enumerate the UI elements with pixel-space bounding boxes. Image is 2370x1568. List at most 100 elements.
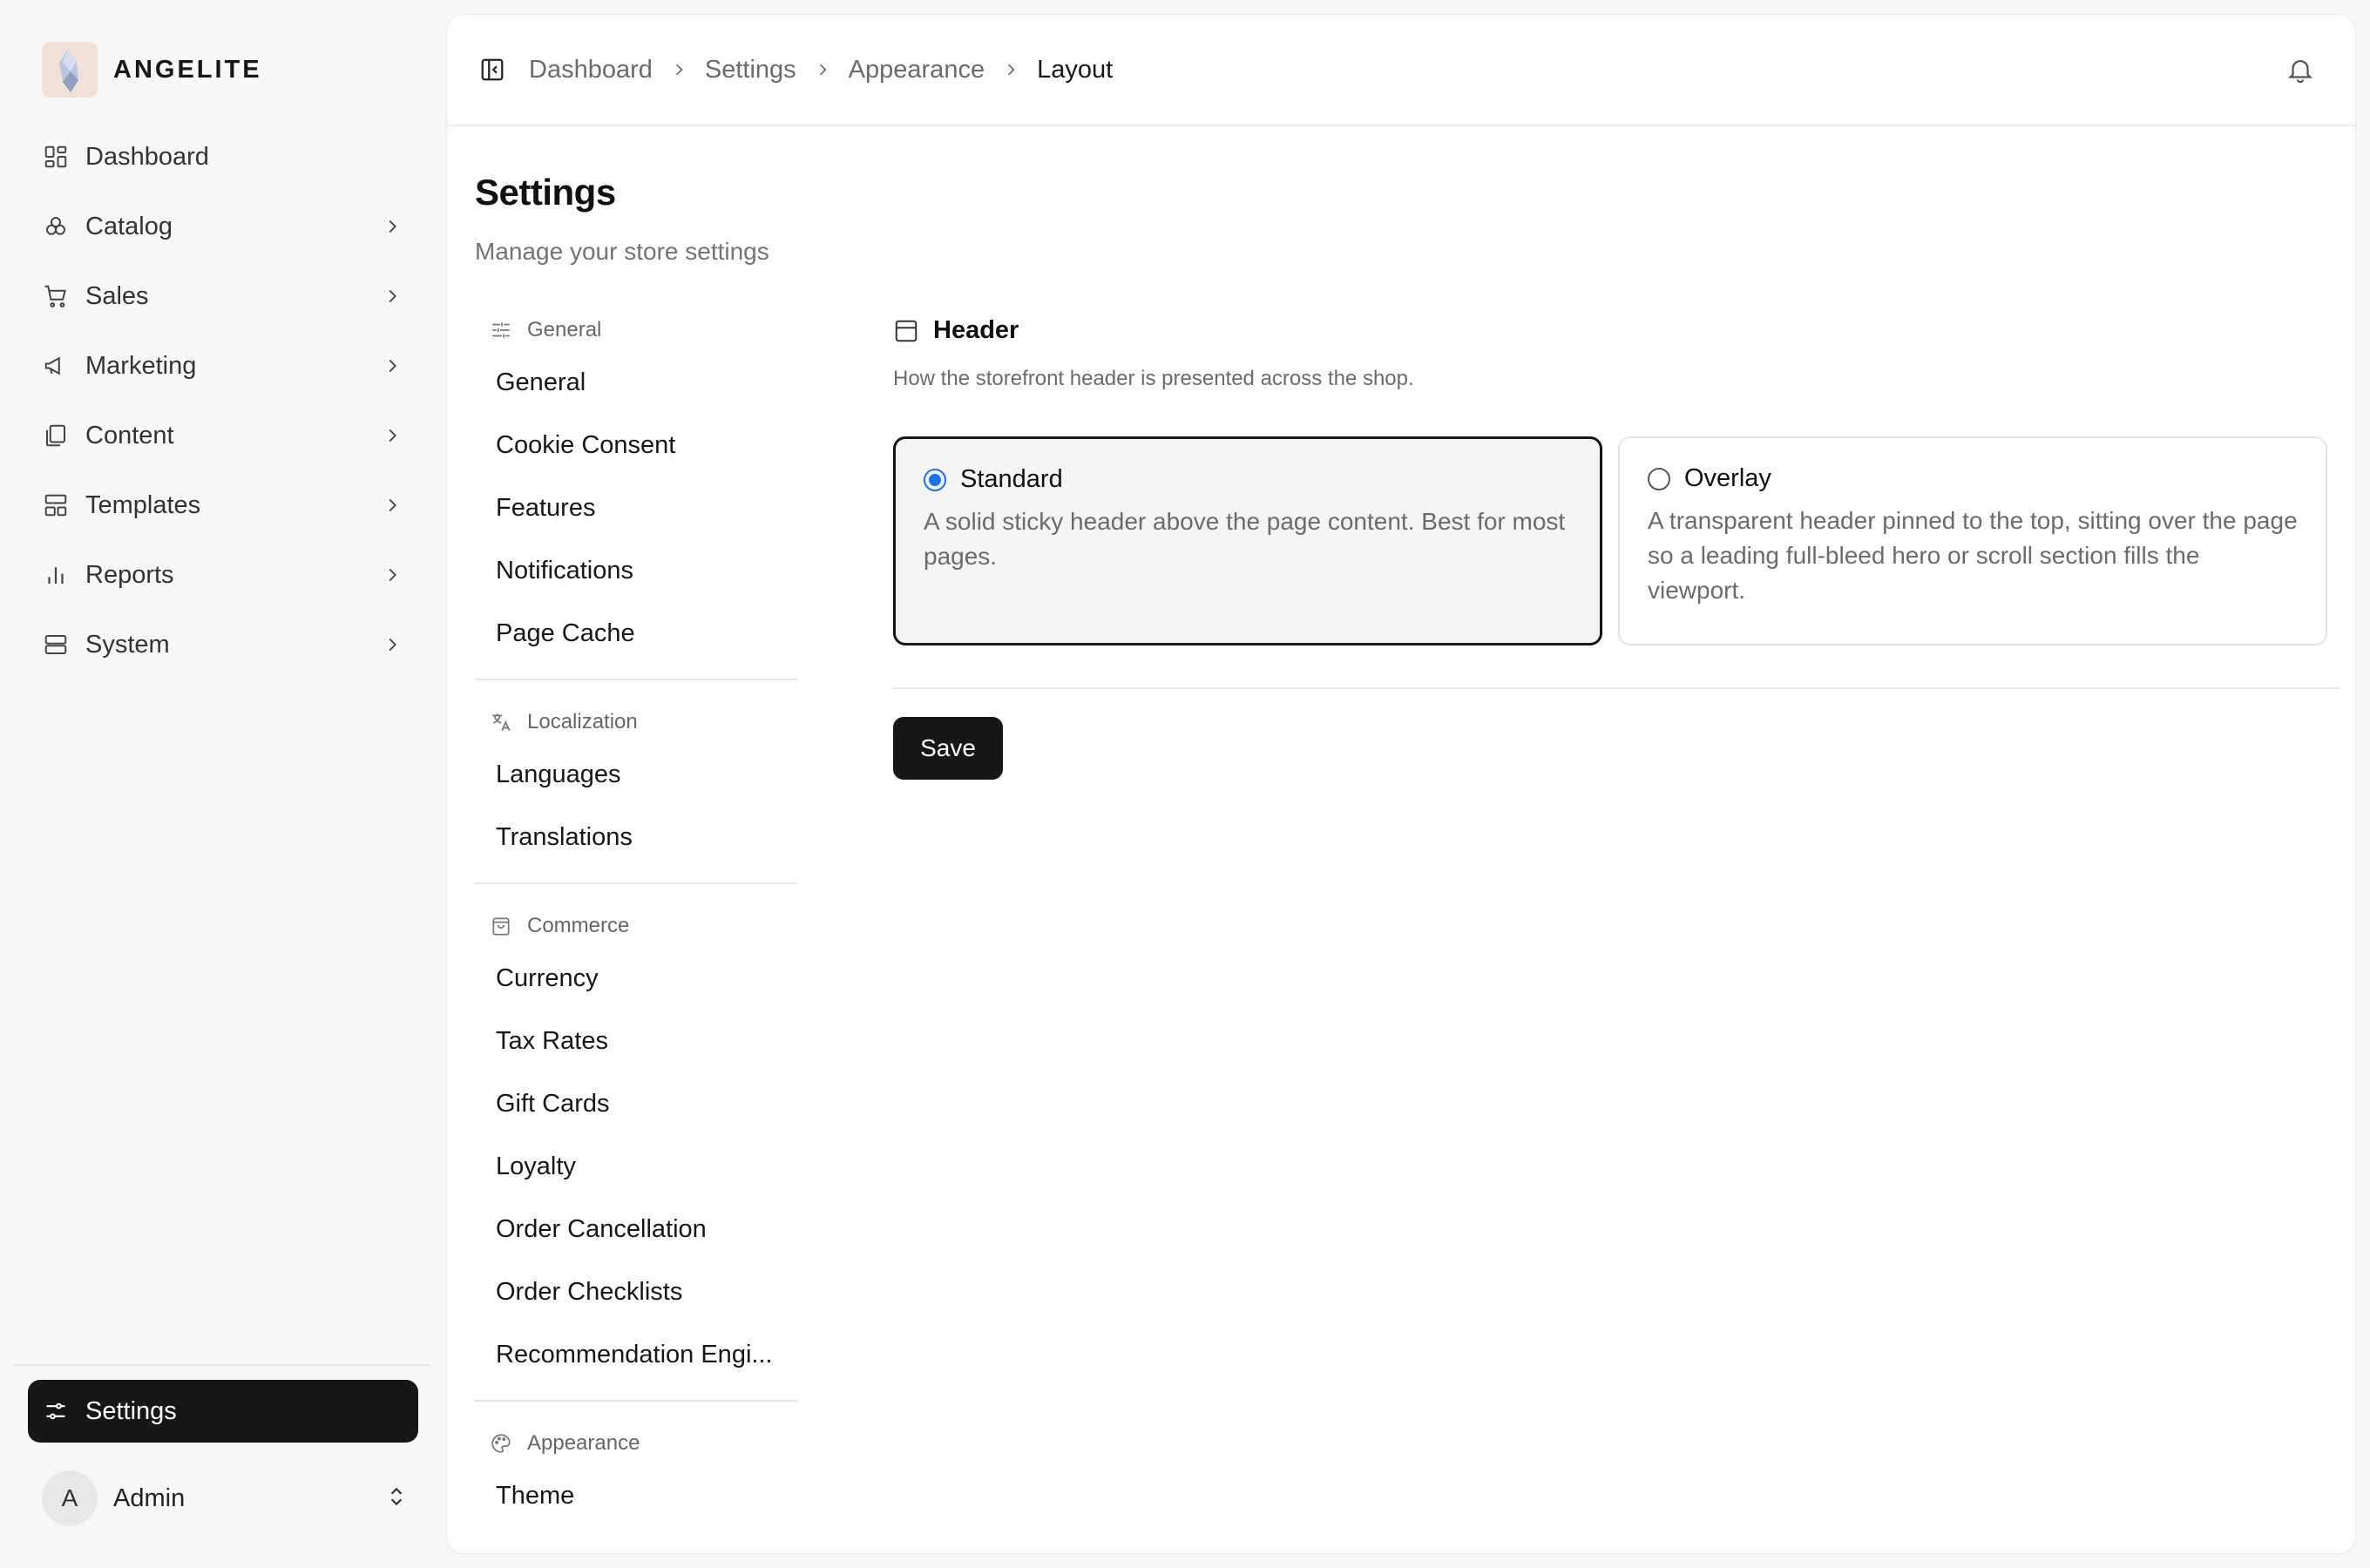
pages-icon: [42, 422, 70, 449]
sidebar-item-settings[interactable]: Settings: [28, 1380, 418, 1443]
sidebar-toggle-icon[interactable]: [478, 56, 506, 84]
sidebar-item-label: Sales: [85, 281, 149, 310]
breadcrumb-appearance[interactable]: Appearance: [849, 56, 985, 84]
brand[interactable]: ANGELITE: [42, 42, 262, 98]
subnav-item-general[interactable]: General: [475, 351, 797, 414]
subnav-item-translations[interactable]: Translations: [475, 806, 797, 868]
content-divider: [893, 687, 2340, 689]
sidebar-item-templates[interactable]: Templates: [28, 470, 418, 540]
header-option-standard[interactable]: Standard A solid sticky header above the…: [893, 436, 1602, 645]
cart-icon: [42, 282, 70, 310]
bar-chart-icon: [42, 561, 70, 589]
chevron-right-icon: [380, 563, 404, 587]
subnav-item-features[interactable]: Features: [475, 476, 797, 539]
subnav-item-notifications[interactable]: Notifications: [475, 539, 797, 602]
chevron-right-icon: [985, 61, 1037, 78]
sidebar-item-label: Content: [85, 421, 174, 449]
subnav-divider: [475, 882, 797, 884]
sidebar-item-reports[interactable]: Reports: [28, 540, 418, 610]
subnav-group-appearance: Appearance: [475, 1423, 797, 1464]
subnav-group-localization: Localization: [475, 701, 797, 743]
sliders-icon: [489, 318, 513, 342]
subnav-item-currency[interactable]: Currency: [475, 947, 797, 1010]
sidebar-item-label: Reports: [85, 560, 174, 589]
radio-overlay[interactable]: [1648, 467, 1670, 490]
chevron-right-icon: [380, 214, 404, 239]
subnav-group-label: Localization: [527, 710, 638, 733]
section-description: How the storefront header is presented a…: [893, 367, 1414, 390]
chevron-right-icon: [380, 354, 404, 378]
chevron-right-icon: [653, 61, 705, 78]
subnav-group-label: Appearance: [527, 1431, 640, 1455]
palette-icon: [489, 1431, 513, 1456]
chevron-right-icon: [380, 423, 404, 448]
sidebar-nav: Dashboard Catalog Sales Marketing Conten…: [28, 122, 418, 679]
breadcrumb: Dashboard Settings Appearance Layout: [529, 56, 1113, 84]
section-title: Header: [933, 316, 1019, 344]
page-title: Settings: [475, 172, 616, 213]
sidebar-item-label: System: [85, 630, 170, 659]
sidebar: ANGELITE Dashboard Catalog Sales Marketi…: [0, 0, 436, 1568]
option-description: A transparent header pinned to the top, …: [1648, 507, 2298, 604]
shopping-bag-icon: [489, 914, 513, 938]
settings-sliders-icon: [42, 1397, 70, 1425]
brand-name: ANGELITE: [113, 55, 262, 84]
subnav-item-loyalty[interactable]: Loyalty: [475, 1135, 797, 1198]
option-title: Standard: [960, 465, 1063, 493]
user-name: Admin: [113, 1484, 186, 1512]
avatar: A: [42, 1470, 98, 1526]
user-menu[interactable]: A Admin: [42, 1470, 408, 1526]
subnav-divider: [475, 1400, 797, 1402]
subnav-group-general: General: [475, 309, 797, 351]
sidebar-item-label: Marketing: [85, 351, 197, 380]
subnav-item-gift-cards[interactable]: Gift Cards: [475, 1072, 797, 1135]
bell-icon[interactable]: [2285, 55, 2317, 86]
sidebar-item-sales[interactable]: Sales: [28, 261, 418, 331]
subnav-item-order-checklists[interactable]: Order Checklists: [475, 1260, 797, 1323]
breadcrumb-settings[interactable]: Settings: [705, 56, 796, 84]
sidebar-item-marketing[interactable]: Marketing: [28, 331, 418, 401]
subnav-item-recommendation-engine[interactable]: Recommendation Engi...: [475, 1323, 797, 1386]
megaphone-icon: [42, 352, 70, 380]
chevron-right-icon: [796, 61, 849, 78]
sidebar-item-dashboard[interactable]: Dashboard: [28, 122, 418, 192]
sidebar-item-content[interactable]: Content: [28, 401, 418, 470]
breadcrumb-dashboard[interactable]: Dashboard: [529, 56, 653, 84]
templates-icon: [42, 491, 70, 519]
chevron-right-icon: [380, 632, 404, 657]
translate-icon: [489, 710, 513, 734]
subnav-divider: [475, 679, 797, 680]
radio-standard[interactable]: [924, 468, 946, 491]
chevron-right-icon: [380, 284, 404, 308]
save-button[interactable]: Save: [893, 717, 1003, 780]
catalog-icon: [42, 213, 70, 240]
topbar: Dashboard Settings Appearance Layout: [447, 15, 2355, 126]
sidebar-divider: [14, 1364, 430, 1366]
chevron-up-down-icon: [385, 1485, 408, 1512]
subnav-group-commerce: Commerce: [475, 905, 797, 947]
dashboard-icon: [42, 143, 70, 171]
subnav-item-theme[interactable]: Theme: [475, 1464, 797, 1527]
subnav-item-page-cache[interactable]: Page Cache: [475, 602, 797, 665]
browser-window-icon: [893, 318, 919, 344]
brand-logo: [42, 42, 98, 98]
sidebar-item-label: Dashboard: [85, 142, 209, 171]
option-title: Overlay: [1684, 464, 1771, 492]
subnav-item-cookie-consent[interactable]: Cookie Consent: [475, 414, 797, 476]
sidebar-item-label: Templates: [85, 490, 201, 519]
subnav-group-label: General: [527, 318, 602, 341]
sidebar-item-catalog[interactable]: Catalog: [28, 192, 418, 261]
subnav-group-label: Commerce: [527, 914, 630, 937]
sidebar-item-system[interactable]: System: [28, 610, 418, 679]
header-option-overlay[interactable]: Overlay A transparent header pinned to t…: [1618, 436, 2327, 645]
section-header-title-row: Header: [893, 316, 1019, 345]
subnav-item-order-cancellation[interactable]: Order Cancellation: [475, 1198, 797, 1260]
settings-subnav: General General Cookie Consent Features …: [475, 309, 797, 1527]
breadcrumb-layout: Layout: [1037, 55, 1114, 84]
sidebar-item-label: Catalog: [85, 212, 173, 240]
option-description: A solid sticky header above the page con…: [924, 508, 1566, 570]
subnav-item-languages[interactable]: Languages: [475, 743, 797, 806]
page-subtitle: Manage your store settings: [475, 238, 769, 265]
subnav-item-tax-rates[interactable]: Tax Rates: [475, 1010, 797, 1072]
main-panel: Dashboard Settings Appearance Layout Set…: [446, 14, 2356, 1554]
